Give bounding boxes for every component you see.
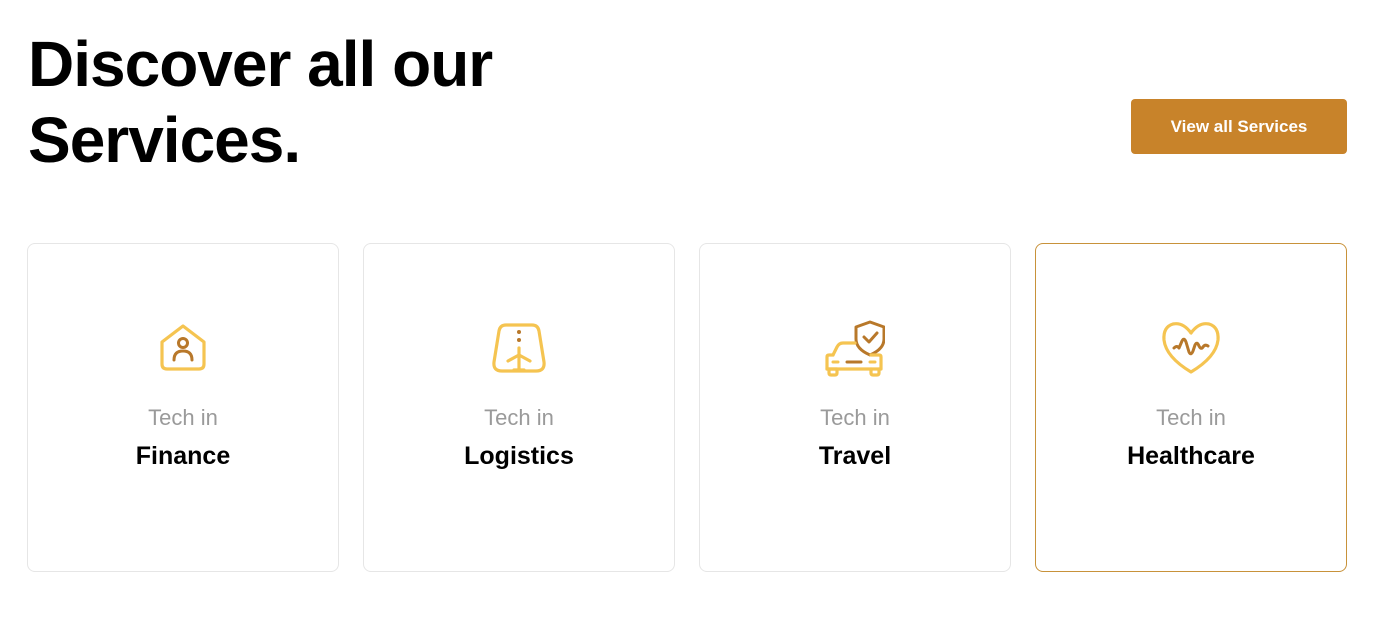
service-kicker: Tech in (820, 405, 890, 430)
page-title: Discover all our Services. (28, 26, 493, 178)
car-shield-icon (825, 320, 885, 377)
view-all-services-button[interactable]: View all Services (1131, 99, 1347, 154)
service-kicker: Tech in (1156, 405, 1226, 430)
service-card-healthcare[interactable]: Tech in Healthcare (1035, 243, 1347, 572)
service-title: Travel (818, 442, 892, 470)
service-title: Logistics (464, 442, 574, 470)
service-card-logistics[interactable]: Tech in Logistics (363, 243, 675, 572)
services-section: Discover all our Services. View all Serv… (0, 0, 1375, 619)
page-title-line-2: Services. (28, 104, 301, 176)
service-title: Finance (135, 442, 231, 470)
service-cards: Tech in Finance Tech in Logistics Tech i… (27, 243, 1347, 572)
house-person-icon (160, 324, 206, 371)
page-title-line-1: Discover all our (28, 28, 493, 100)
service-title: Healthcare (1127, 442, 1255, 470)
airplane-runway-icon (492, 323, 546, 373)
service-card-finance[interactable]: Tech in Finance (27, 243, 339, 572)
service-kicker: Tech in (484, 405, 554, 430)
service-kicker: Tech in (148, 405, 218, 430)
service-card-travel[interactable]: Tech in Travel (699, 243, 1011, 572)
heart-pulse-icon (1162, 322, 1220, 374)
